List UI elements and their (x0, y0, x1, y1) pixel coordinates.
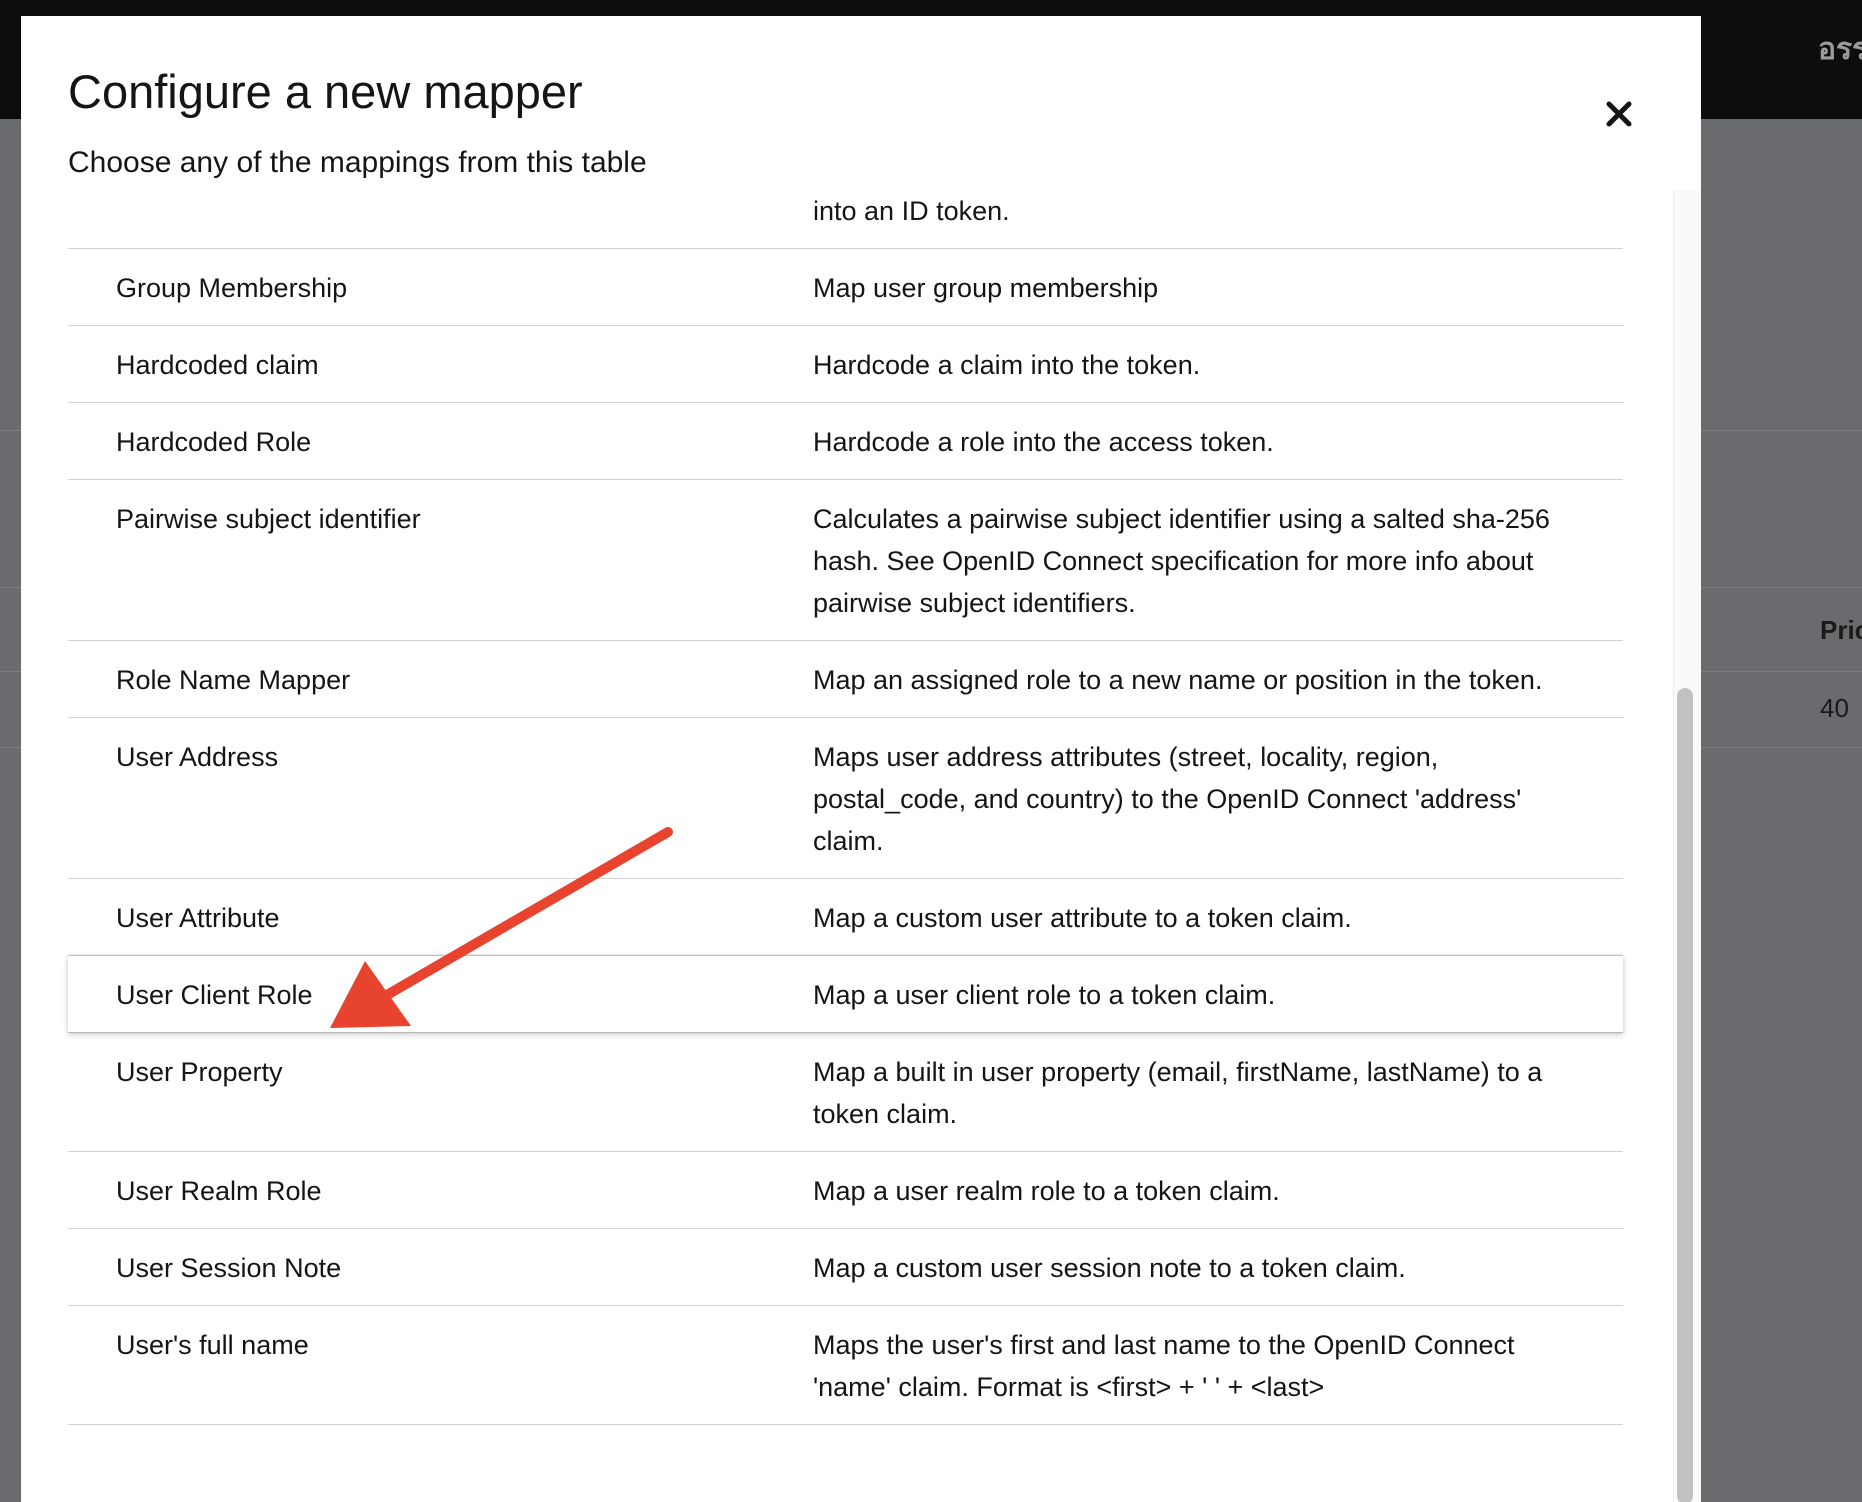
mapper-name: Hardcoded claim (68, 325, 813, 403)
table-row[interactable]: into an ID token. (68, 190, 1623, 249)
table-row[interactable]: User Attribute Map a custom user attribu… (68, 878, 1623, 956)
mapper-table: into an ID token. Group Membership Map u… (68, 190, 1623, 1425)
table-row[interactable]: User Realm Role Map a user realm role to… (68, 1151, 1623, 1229)
modal-subtitle: Choose any of the mappings from this tab… (68, 146, 647, 179)
mapper-description: Map user group membership (813, 248, 1623, 326)
close-icon (1606, 101, 1632, 127)
configure-mapper-modal: Configure a new mapper Choose any of the… (21, 16, 1701, 1502)
table-row[interactable]: Hardcoded Role Hardcode a role into the … (68, 402, 1623, 480)
table-row[interactable]: Hardcoded claim Hardcode a claim into th… (68, 325, 1623, 403)
background-table-cell: 40 (1820, 693, 1849, 723)
mapper-description: Calculates a pairwise subject identifier… (813, 479, 1623, 641)
mapper-table-scroll-area[interactable]: into an ID token. Group Membership Map u… (21, 190, 1673, 1502)
modal-title: Configure a new mapper (68, 65, 583, 118)
mapper-description: Map a user client role to a token claim. (813, 955, 1623, 1033)
mapper-name (68, 190, 813, 249)
mapper-description: Map a user realm role to a token claim. (813, 1151, 1623, 1229)
scrollbar-thumb[interactable] (1677, 688, 1693, 1502)
mapper-description: into an ID token. (813, 190, 1623, 249)
mapper-description: Hardcode a role into the access token. (813, 402, 1623, 480)
mapper-name: User's full name (68, 1305, 813, 1425)
mapper-description: Maps the user's first and last name to t… (813, 1305, 1623, 1425)
table-row[interactable]: User's full name Maps the user's first a… (68, 1305, 1623, 1425)
table-row[interactable]: Group Membership Map user group membersh… (68, 248, 1623, 326)
mapper-description: Maps user address attributes (street, lo… (813, 717, 1623, 879)
close-button[interactable] (1597, 92, 1641, 136)
table-row[interactable]: User Property Map a built in user proper… (68, 1032, 1623, 1152)
mapper-name: Pairwise subject identifier (68, 479, 813, 641)
mapper-name: Role Name Mapper (68, 640, 813, 718)
mapper-name: Group Membership (68, 248, 813, 326)
mapper-description: Map a built in user property (email, fir… (813, 1032, 1623, 1152)
mapper-name: User Attribute (68, 878, 813, 956)
mapper-description: Hardcode a claim into the token. (813, 325, 1623, 403)
mapper-description: Map a custom user session note to a toke… (813, 1228, 1623, 1306)
mapper-name: User Address (68, 717, 813, 879)
mapper-name: User Realm Role (68, 1151, 813, 1229)
table-row[interactable]: User Session Note Map a custom user sess… (68, 1228, 1623, 1306)
background-table-header: Pric (1820, 615, 1862, 645)
table-row-user-client-role[interactable]: User Client Role Map a user client role … (68, 955, 1623, 1033)
mapper-name: User Client Role (68, 955, 813, 1033)
table-row[interactable]: Pairwise subject identifier Calculates a… (68, 479, 1623, 641)
mapper-description: Map an assigned role to a new name or po… (813, 640, 1623, 718)
background-masthead-text: อรร (1818, 33, 1862, 66)
table-row[interactable]: User Address Maps user address attribute… (68, 717, 1623, 879)
table-row[interactable]: Role Name Mapper Map an assigned role to… (68, 640, 1623, 718)
mapper-description: Map a custom user attribute to a token c… (813, 878, 1623, 956)
mapper-name: User Property (68, 1032, 813, 1152)
mapper-name: User Session Note (68, 1228, 813, 1306)
mapper-name: Hardcoded Role (68, 402, 813, 480)
